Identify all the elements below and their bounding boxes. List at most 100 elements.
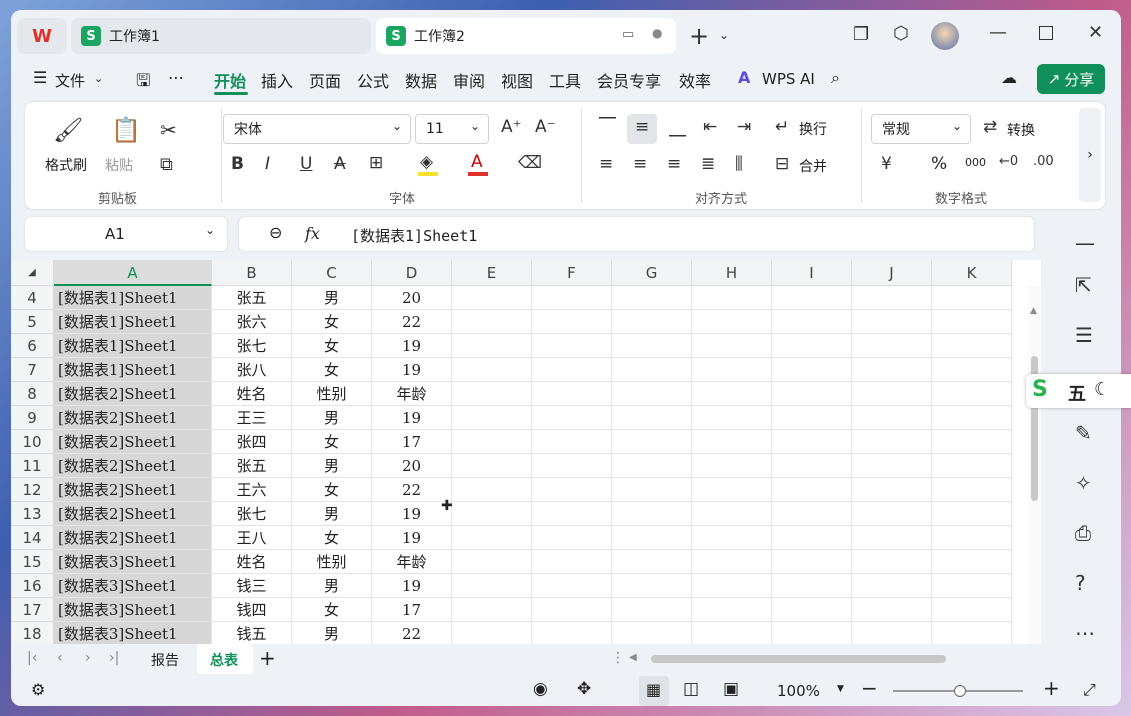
cell-F9[interactable]	[532, 406, 612, 430]
cell-J11[interactable]	[852, 454, 932, 478]
cell-J15[interactable]	[852, 550, 932, 574]
cell-A11[interactable]: [数据表2]Sheet1	[54, 454, 212, 478]
column-header-G[interactable]: G	[612, 260, 692, 286]
page-break-icon[interactable]: ▣	[723, 679, 739, 699]
percent-button[interactable]: %	[931, 154, 947, 174]
cell-H6[interactable]	[692, 334, 772, 358]
cell-K9[interactable]	[932, 406, 1012, 430]
cell-I14[interactable]	[772, 526, 852, 550]
cell-G15[interactable]	[612, 550, 692, 574]
cell-G8[interactable]	[612, 382, 692, 406]
cell-H8[interactable]	[692, 382, 772, 406]
align-left-icon[interactable]: ≡	[599, 154, 613, 174]
cell-I6[interactable]	[772, 334, 852, 358]
cell-K14[interactable]	[932, 526, 1012, 550]
cell-G9[interactable]	[612, 406, 692, 430]
row-header[interactable]: 16	[11, 574, 54, 598]
cell-J13[interactable]	[852, 502, 932, 526]
cell-I13[interactable]	[772, 502, 852, 526]
cell-G4[interactable]	[612, 286, 692, 310]
italic-icon[interactable]: I	[265, 154, 270, 174]
cell-D18[interactable]: 22	[372, 622, 452, 644]
cell-J7[interactable]	[852, 358, 932, 382]
cloud-icon[interactable]: ☁	[1001, 68, 1017, 87]
copy-icon[interactable]: ⧉	[160, 154, 173, 175]
cell-F10[interactable]	[532, 430, 612, 454]
share-button[interactable]: ↗ 分享	[1037, 64, 1105, 94]
cell-A4[interactable]: [数据表1]Sheet1	[54, 286, 212, 310]
cell-E7[interactable]	[452, 358, 532, 382]
cell-A7[interactable]: [数据表1]Sheet1	[54, 358, 212, 382]
cell-C4[interactable]: 男	[292, 286, 372, 310]
scroll-left-icon[interactable]: ◀	[629, 652, 637, 663]
row-header[interactable]: 5	[11, 310, 54, 334]
row-header[interactable]: 6	[11, 334, 54, 358]
row-header[interactable]: 10	[11, 430, 54, 454]
cell-I10[interactable]	[772, 430, 852, 454]
cell-E10[interactable]	[452, 430, 532, 454]
cell-I11[interactable]	[772, 454, 852, 478]
cell-K16[interactable]	[932, 574, 1012, 598]
cell-E6[interactable]	[452, 334, 532, 358]
cell-K17[interactable]	[932, 598, 1012, 622]
book-search-icon[interactable]: ⎙	[1075, 521, 1091, 545]
cell-C6[interactable]: 女	[292, 334, 372, 358]
cell-D6[interactable]: 19	[372, 334, 452, 358]
prev-sheet-icon[interactable]: ‹	[57, 650, 63, 666]
cell-J16[interactable]	[852, 574, 932, 598]
menu-home[interactable]: 开始	[214, 68, 246, 92]
number-format-select[interactable]: 常规 ⌄	[871, 114, 971, 144]
justify-icon[interactable]: ≣	[701, 154, 715, 174]
cell-D15[interactable]: 年龄	[372, 550, 452, 574]
cell-B18[interactable]: 钱五	[212, 622, 292, 644]
sheet-tab-report[interactable]: 报告	[151, 650, 179, 670]
wrap-text-button[interactable]: 换行	[799, 119, 827, 139]
row-header[interactable]: 13	[11, 502, 54, 526]
menu-efficiency[interactable]: 效率	[679, 68, 711, 92]
cell-B10[interactable]: 张四	[212, 430, 292, 454]
sheet-tab-summary[interactable]: 总表	[197, 644, 253, 674]
border-icon[interactable]: ⊞	[369, 153, 383, 173]
align-center-icon[interactable]: ≡	[633, 154, 647, 174]
cell-F5[interactable]	[532, 310, 612, 334]
cell-J14[interactable]	[852, 526, 932, 550]
macro-icon[interactable]: ⚙	[31, 680, 45, 699]
cell-H13[interactable]	[692, 502, 772, 526]
wrap-text-icon[interactable]: ↵	[775, 117, 789, 137]
wps-home-tab[interactable]: W	[17, 18, 67, 54]
wps-ai-icon[interactable]: A	[738, 68, 750, 87]
cell-I17[interactable]	[772, 598, 852, 622]
cell-E15[interactable]	[452, 550, 532, 574]
formula-input[interactable]: [数据表1]Sheet1	[351, 225, 477, 246]
cell-D10[interactable]: 17	[372, 430, 452, 454]
cell-D12[interactable]: 22	[372, 478, 452, 502]
file-menu[interactable]: 文件	[55, 70, 85, 91]
cell-F6[interactable]	[532, 334, 612, 358]
cell-J8[interactable]	[852, 382, 932, 406]
cell-B6[interactable]: 张七	[212, 334, 292, 358]
increase-font-icon[interactable]: A⁺	[501, 117, 522, 137]
row-header[interactable]: 4	[11, 286, 54, 310]
cell-C11[interactable]: 男	[292, 454, 372, 478]
menu-page[interactable]: 页面	[309, 68, 341, 92]
currency-icon[interactable]: ¥	[881, 154, 892, 174]
cell-B5[interactable]: 张六	[212, 310, 292, 334]
wps-ai-button[interactable]: WPS AI	[762, 70, 815, 88]
cell-A16[interactable]: [数据表3]Sheet1	[54, 574, 212, 598]
settings-sliders-icon[interactable]: ☰	[1075, 323, 1093, 347]
row-header[interactable]: 7	[11, 358, 54, 382]
cell-B15[interactable]: 姓名	[212, 550, 292, 574]
cell-C13[interactable]: 男	[292, 502, 372, 526]
column-header-J[interactable]: J	[852, 260, 932, 286]
format-painter-icon[interactable]: 🖌	[53, 116, 83, 144]
column-header-B[interactable]: B	[212, 260, 292, 286]
cell-C12[interactable]: 女	[292, 478, 372, 502]
cell-G10[interactable]	[612, 430, 692, 454]
ime-toolbar[interactable]: S 五 ☾	[1026, 374, 1131, 408]
cell-B4[interactable]: 张五	[212, 286, 292, 310]
cell-I12[interactable]	[772, 478, 852, 502]
select-all-corner[interactable]: ◢	[11, 260, 54, 286]
column-header-I[interactable]: I	[772, 260, 852, 286]
cell-B12[interactable]: 王六	[212, 478, 292, 502]
cell-B14[interactable]: 王八	[212, 526, 292, 550]
